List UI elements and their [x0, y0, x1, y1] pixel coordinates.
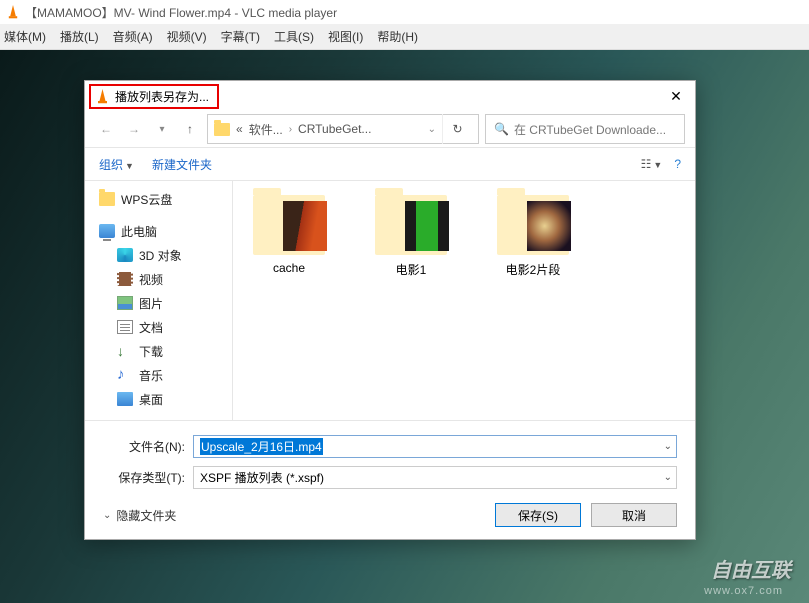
sidebar-item-desktop[interactable]: 桌面: [89, 387, 228, 411]
sidebar-item-music[interactable]: 音乐: [89, 363, 228, 387]
desktop-icon: [117, 392, 133, 406]
picture-icon: [117, 296, 133, 310]
filetype-label: 保存类型(T):: [103, 469, 193, 486]
folder-icon: [214, 123, 230, 136]
folder-item-movie1[interactable]: 电影1: [365, 195, 457, 278]
filetype-value: XSPF 播放列表 (*.xspf): [200, 469, 324, 486]
sidebar-item-label: WPS云盘: [121, 191, 172, 208]
address-bar[interactable]: « 软件... › CRTubeGet... ⌄ ↻: [207, 114, 479, 144]
document-icon: [117, 320, 133, 334]
help-button[interactable]: ?: [674, 157, 681, 171]
sidebar-item-label: 桌面: [139, 391, 163, 408]
organize-button[interactable]: 组织▼: [99, 156, 134, 173]
music-icon: [117, 368, 133, 382]
sidebar-item-label: 文档: [139, 319, 163, 336]
folder-icon: [375, 195, 447, 255]
filetype-select[interactable]: XSPF 播放列表 (*.xspf) ⌄: [193, 466, 677, 489]
folder-icon: [99, 192, 115, 206]
folder-icon: [253, 195, 325, 255]
folder-icon: [497, 195, 569, 255]
chevron-down-icon[interactable]: ⌄: [664, 472, 672, 483]
sidebar-item-documents[interactable]: 文档: [89, 315, 228, 339]
path-dropdown-icon[interactable]: ⌄: [428, 124, 436, 135]
menu-tools[interactable]: 工具(S): [274, 28, 314, 45]
nav-up-button[interactable]: ↑: [179, 118, 201, 140]
sidebar-item-videos[interactable]: 视频: [89, 267, 228, 291]
chevron-right-icon: ›: [289, 124, 292, 135]
save-button[interactable]: 保存(S): [495, 503, 581, 527]
filename-input[interactable]: Upscale_2月16日.mp4 ⌄: [193, 435, 677, 458]
close-button[interactable]: ✕: [661, 88, 691, 105]
video-icon: [117, 272, 133, 286]
new-folder-button[interactable]: 新建文件夹: [152, 156, 212, 173]
sidebar-item-downloads[interactable]: 下载: [89, 339, 228, 363]
menu-media[interactable]: 媒体(M): [4, 28, 46, 45]
nav-forward-button[interactable]: →: [123, 118, 145, 140]
folder-label: cache: [243, 261, 335, 275]
menu-playback[interactable]: 播放(L): [60, 28, 99, 45]
sidebar-item-thispc[interactable]: 此电脑: [89, 219, 228, 243]
sidebar-item-label: 视频: [139, 271, 163, 288]
hide-folders-toggle[interactable]: ⌄ 隐藏文件夹: [103, 507, 176, 524]
nav-back-button[interactable]: ←: [95, 118, 117, 140]
chevron-down-icon[interactable]: ⌄: [664, 441, 672, 452]
vlc-cone-icon: [95, 89, 110, 104]
path-segment[interactable]: CRTubeGet...: [298, 122, 371, 136]
hide-folders-label: 隐藏文件夹: [116, 507, 176, 524]
menu-help[interactable]: 帮助(H): [377, 28, 418, 45]
nav-row: ← → ▾ ↑ « 软件... › CRTubeGet... ⌄ ↻ 🔍 在 C…: [85, 111, 695, 147]
filename-value: Upscale_2月16日.mp4: [200, 438, 323, 455]
watermark-logo: 自由互联: [711, 554, 791, 583]
menu-view[interactable]: 视图(I): [328, 28, 363, 45]
3d-icon: [117, 248, 133, 262]
dialog-title-highlight: 播放列表另存为...: [89, 84, 219, 109]
cancel-button[interactable]: 取消: [591, 503, 677, 527]
sidebar-item-label: 3D 对象: [139, 247, 182, 264]
sidebar-item-pictures[interactable]: 图片: [89, 291, 228, 315]
download-icon: [117, 344, 133, 358]
menu-video[interactable]: 视频(V): [167, 28, 207, 45]
dialog-titlebar: 播放列表另存为... ✕: [85, 81, 695, 111]
save-as-dialog: 播放列表另存为... ✕ ← → ▾ ↑ « 软件... › CRTubeGet…: [84, 80, 696, 540]
sidebar-item-label: 此电脑: [121, 223, 157, 240]
vlc-cone-icon: [6, 5, 20, 19]
view-options-button[interactable]: ☷▼: [641, 157, 663, 171]
sidebar-item-label: 下载: [139, 343, 163, 360]
vlc-title: 【MAMAMOO】MV- Wind Flower.mp4 - VLC media…: [25, 4, 337, 21]
search-icon: 🔍: [494, 122, 509, 136]
nav-recent-dropdown[interactable]: ▾: [151, 118, 173, 140]
folder-label: 电影1: [365, 261, 457, 278]
menu-subtitle[interactable]: 字幕(T): [221, 28, 260, 45]
search-input[interactable]: 🔍 在 CRTubeGet Downloade...: [485, 114, 685, 144]
toolbar: 组织▼ 新建文件夹 ☷▼ ?: [85, 147, 695, 181]
pc-icon: [99, 224, 115, 238]
sidebar: WPS云盘 此电脑 3D 对象 视频 图片 文档 下载 音乐 桌面: [85, 181, 233, 420]
bottom-area: 文件名(N): Upscale_2月16日.mp4 ⌄ 保存类型(T): XSP…: [85, 420, 695, 539]
folder-item-cache[interactable]: cache: [243, 195, 335, 275]
folder-content: cache 电影1 电影2片段: [233, 181, 695, 420]
sidebar-item-label: 音乐: [139, 367, 163, 384]
refresh-button[interactable]: ↻: [442, 114, 472, 144]
folder-item-movie2clips[interactable]: 电影2片段: [487, 195, 579, 278]
sidebar-item-wps[interactable]: WPS云盘: [89, 187, 228, 211]
menu-audio[interactable]: 音频(A): [113, 28, 153, 45]
vlc-menubar: 媒体(M) 播放(L) 音频(A) 视频(V) 字幕(T) 工具(S) 视图(I…: [0, 24, 809, 50]
folder-label: 电影2片段: [487, 261, 579, 278]
filename-label: 文件名(N):: [103, 438, 193, 455]
path-prefix: «: [236, 122, 243, 136]
chevron-down-icon: ⌄: [103, 510, 111, 521]
sidebar-item-label: 图片: [139, 295, 163, 312]
sidebar-item-3d[interactable]: 3D 对象: [89, 243, 228, 267]
search-placeholder: 在 CRTubeGet Downloade...: [514, 121, 666, 138]
chevron-down-icon: ▼: [125, 161, 134, 171]
vlc-titlebar: 【MAMAMOO】MV- Wind Flower.mp4 - VLC media…: [0, 0, 809, 24]
dialog-title-text: 播放列表另存为...: [115, 88, 209, 105]
watermark-url: www.ox7.com: [704, 585, 783, 597]
path-segment[interactable]: 软件...: [249, 121, 283, 138]
